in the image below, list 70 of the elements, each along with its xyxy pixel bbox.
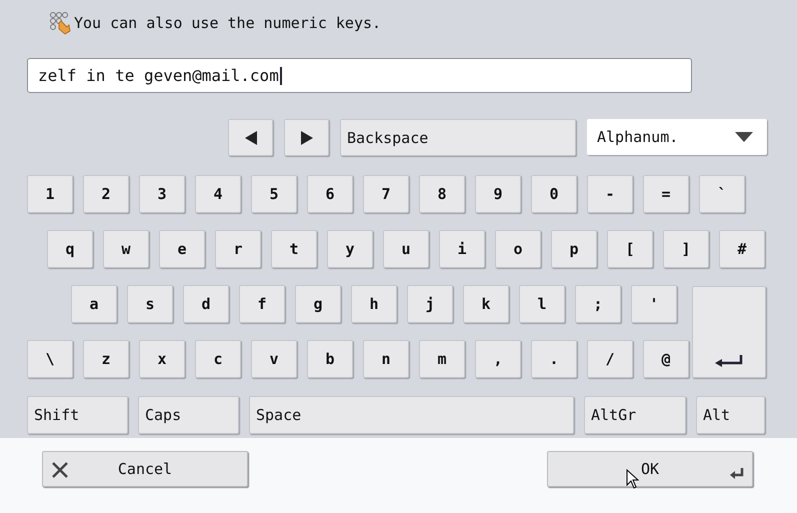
keyboard-key[interactable]: r — [215, 230, 261, 268]
left-arrow-button[interactable] — [228, 119, 273, 156]
keyboard-key[interactable]: w — [103, 230, 149, 268]
keyboard-key[interactable]: 3 — [139, 175, 185, 213]
keyboard-key[interactable]: 8 — [419, 175, 465, 213]
keyboard-key[interactable]: - — [587, 175, 633, 213]
keypad-hand-icon — [49, 11, 71, 35]
keyboard-key[interactable]: y — [327, 230, 373, 268]
mode-dropdown[interactable]: Alphanum. — [587, 119, 767, 155]
keyboard-key[interactable]: s — [127, 285, 173, 323]
keyboard-key[interactable]: b — [307, 340, 353, 378]
keyboard-key[interactable]: i — [439, 230, 485, 268]
keyboard-key[interactable]: g — [295, 285, 341, 323]
keyboard-key[interactable]: f — [239, 285, 285, 323]
modifier-key[interactable]: Caps — [138, 396, 239, 434]
keyboard-key[interactable]: / — [587, 340, 633, 378]
return-arrow-icon — [715, 355, 743, 367]
keyboard-key[interactable]: j — [407, 285, 453, 323]
keyboard-key[interactable]: 6 — [307, 175, 353, 213]
cancel-button[interactable]: Cancel — [42, 451, 248, 487]
keyboard-key[interactable]: m — [419, 340, 465, 378]
keyboard-key[interactable]: c — [195, 340, 241, 378]
keyboard-key[interactable]: v — [251, 340, 297, 378]
backspace-key[interactable]: Backspace — [340, 119, 576, 156]
keyboard-key[interactable]: [ — [607, 230, 653, 268]
keyboard-key[interactable]: 2 — [83, 175, 129, 213]
keyboard-key[interactable]: t — [271, 230, 317, 268]
keyboard-key[interactable]: \ — [27, 340, 73, 378]
keyboard-key[interactable]: z — [83, 340, 129, 378]
keyboard-key[interactable]: 5 — [251, 175, 297, 213]
keyboard-key[interactable]: @ — [643, 340, 689, 378]
keyboard-key[interactable]: = — [643, 175, 689, 213]
keyboard-key[interactable]: h — [351, 285, 397, 323]
keyboard-key[interactable]: u — [383, 230, 429, 268]
mouse-pointer-icon — [626, 469, 639, 489]
keyboard-key[interactable]: l — [519, 285, 565, 323]
right-triangle-icon — [300, 130, 312, 144]
keyboard-key[interactable]: # — [719, 230, 765, 268]
keyboard-key[interactable]: . — [531, 340, 577, 378]
keyboard-key[interactable]: ' — [631, 285, 677, 323]
modifier-key[interactable]: Space — [249, 396, 574, 434]
keyboard-key[interactable]: 4 — [195, 175, 241, 213]
left-triangle-icon — [244, 130, 256, 144]
keyboard-key[interactable]: a — [71, 285, 117, 323]
modifier-key[interactable]: Alt — [696, 396, 765, 434]
keyboard-key[interactable]: x — [139, 340, 185, 378]
keyboard-key[interactable]: 1 — [27, 175, 73, 213]
keyboard-key[interactable]: 9 — [475, 175, 521, 213]
dropdown-arrow-icon — [735, 132, 753, 142]
hint-text: You can also use the numeric keys. — [74, 14, 382, 32]
keyboard-key[interactable]: d — [183, 285, 229, 323]
close-icon — [52, 462, 68, 478]
keyboard-key[interactable]: ] — [663, 230, 709, 268]
keyboard-key[interactable]: , — [475, 340, 521, 378]
keyboard-key[interactable]: 0 — [531, 175, 577, 213]
keyboard-key[interactable]: o — [495, 230, 541, 268]
keyboard-key[interactable]: ` — [699, 175, 745, 213]
keyboard-key[interactable]: ; — [575, 285, 621, 323]
keyboard-key[interactable]: n — [363, 340, 409, 378]
keyboard-key[interactable]: p — [551, 230, 597, 268]
keyboard-key[interactable]: e — [159, 230, 205, 268]
ok-button[interactable]: OK — [547, 451, 753, 487]
keyboard-key[interactable]: q — [47, 230, 93, 268]
modifier-key[interactable]: Shift — [27, 396, 128, 434]
right-arrow-button[interactable] — [284, 119, 329, 156]
keyboard-key[interactable]: k — [463, 285, 509, 323]
return-icon — [730, 468, 744, 480]
input-field[interactable]: zelf in te geven@mail.com — [27, 58, 692, 93]
keyboard-key[interactable]: 7 — [363, 175, 409, 213]
modifier-key[interactable]: AltGr — [584, 396, 686, 434]
